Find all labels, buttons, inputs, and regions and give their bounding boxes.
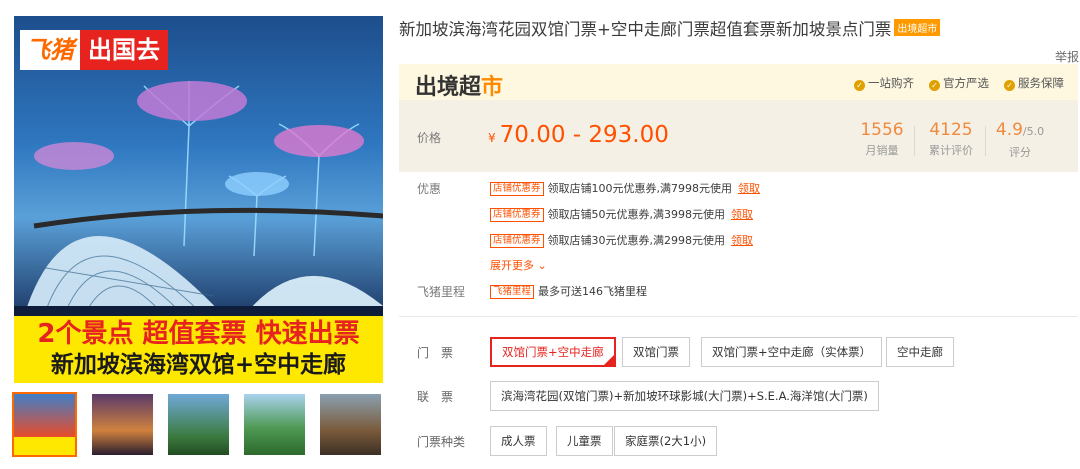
stat-rating: 4.9/5.0 评分 (991, 120, 1049, 160)
ticket-option-skyway[interactable]: 空中走廊 (886, 337, 954, 367)
ticket-type-child[interactable]: 儿童票 (556, 426, 613, 456)
coupon-item: 店铺优惠券 领取店铺50元优惠券,满3998元使用 领取 (490, 206, 753, 222)
check-icon: ✓ (854, 80, 865, 91)
coupon-claim-link[interactable]: 领取 (731, 208, 753, 221)
thumbnail-4[interactable] (244, 394, 305, 455)
mileage-label: 飞猪里程 (417, 285, 466, 299)
thumbnail-1[interactable] (12, 392, 77, 457)
banner-headline: 2个景点 超值套票 快速出票 (37, 319, 360, 349)
market-badge: 出境超市 (894, 19, 941, 36)
thumbnail-strip (12, 392, 383, 457)
promo-banner: 2个景点 超值套票 快速出票 新加坡滨海湾双馆+空中走廊 (14, 316, 383, 383)
product-title-text: 新加坡滨海湾花园双馆门票+空中走廊门票超值套票新加坡景点门票 (399, 20, 892, 39)
check-icon: ✓ (929, 80, 940, 91)
mileage-text: 最多可送146飞猪里程 (538, 285, 648, 298)
stat-reviews[interactable]: 4125 累计评价 (921, 120, 981, 158)
market-header: 出境超市 ✓ 一站购齐 ✓ 官方严选 ✓ 服务保障 (399, 64, 1078, 100)
price-label: 价格 (417, 131, 442, 145)
divider (914, 126, 915, 156)
main-product-image[interactable]: 飞猪 出国去 2个景点 超值套票 快速出票 新加坡滨海湾双馆+空中走廊 (14, 16, 383, 383)
combo-option-label: 联 票 (417, 390, 454, 404)
stat-label: 评分 (1009, 146, 1031, 159)
coupon-item: 店铺优惠券 领取店铺100元优惠券,满7998元使用 领取 (490, 180, 760, 196)
banner-subline: 新加坡滨海湾双馆+空中走廊 (50, 352, 347, 378)
coupon-item: 店铺优惠券 领取店铺30元优惠券,满2998元使用 领取 (490, 232, 753, 248)
brand-logo: 飞猪 出国去 (20, 30, 168, 70)
stat-label: 月销量 (865, 144, 899, 157)
coupon-tag: 店铺优惠券 (490, 208, 544, 222)
brand-logo-slogan: 出国去 (80, 30, 168, 70)
ticket-option-gardens-skyway[interactable]: 双馆门票+空中走廊 (490, 337, 616, 367)
stat-value: 4125 (929, 120, 973, 140)
ticket-type-family[interactable]: 家庭票(2大1小) (614, 426, 718, 456)
check-icon: ✓ (1004, 80, 1015, 91)
combo-option-three-park[interactable]: 滨海湾花园(双馆门票)+新加坡环球影城(大门票)+S.E.A.海洋馆(大门票) (490, 381, 879, 411)
expand-more-link[interactable]: 展开更多 ⌄ (490, 257, 547, 273)
ticket-type-label: 门票种类 (417, 435, 466, 449)
guarantee-official: ✓ 官方严选 (929, 75, 989, 91)
report-link[interactable]: 举报 (1055, 48, 1079, 65)
coupon-text: 领取店铺30元优惠券,满2998元使用 (547, 234, 726, 247)
coupon-tag: 店铺优惠券 (490, 182, 544, 196)
currency-symbol: ¥ (488, 131, 496, 145)
mileage-info: 飞猪里程 最多可送146飞猪里程 (490, 283, 647, 299)
ticket-option-label: 门 票 (417, 346, 454, 360)
promotions-label: 优惠 (417, 182, 442, 196)
coupon-tag: 店铺优惠券 (490, 234, 544, 248)
ticket-option-gardens-skyway-physical[interactable]: 双馆门票+空中走廊（实体票） (701, 337, 883, 367)
coupon-text: 领取店铺50元优惠券,满3998元使用 (547, 208, 726, 221)
thumbnail-2[interactable] (92, 394, 153, 455)
brand-logo-fliggy: 飞猪 (20, 30, 80, 70)
stat-value: 4.9/5.0 (995, 120, 1045, 140)
ticket-type-adult[interactable]: 成人票 (490, 426, 547, 456)
stat-label: 累计评价 (929, 144, 973, 157)
ticket-option-gardens[interactable]: 双馆门票 (622, 337, 690, 367)
guarantee-service: ✓ 服务保障 (1004, 75, 1064, 91)
coupon-claim-link[interactable]: 领取 (738, 182, 760, 195)
section-divider (399, 316, 1078, 317)
price-range: ¥70.00 - 293.00 (488, 122, 669, 148)
price-panel: 价格 ¥70.00 - 293.00 1556 月销量 4125 累计评价 4.… (399, 100, 1078, 172)
mileage-tag: 飞猪里程 (490, 285, 535, 299)
price-value: 70.00 - 293.00 (499, 122, 669, 148)
product-title: 新加坡滨海湾花园双馆门票+空中走廊门票超值套票新加坡景点门票 出境超市 (399, 16, 941, 40)
coupon-text: 领取店铺100元优惠券,满7998元使用 (547, 182, 733, 195)
thumbnail-3[interactable] (168, 394, 229, 455)
stat-monthly-sales: 1556 月销量 (854, 120, 910, 158)
thumbnail-5[interactable] (320, 394, 381, 455)
divider (985, 126, 986, 156)
guarantee-one-stop: ✓ 一站购齐 (854, 75, 914, 91)
stat-value: 1556 (860, 120, 904, 140)
coupon-claim-link[interactable]: 领取 (731, 234, 753, 247)
market-logo: 出境超市 (415, 75, 504, 100)
